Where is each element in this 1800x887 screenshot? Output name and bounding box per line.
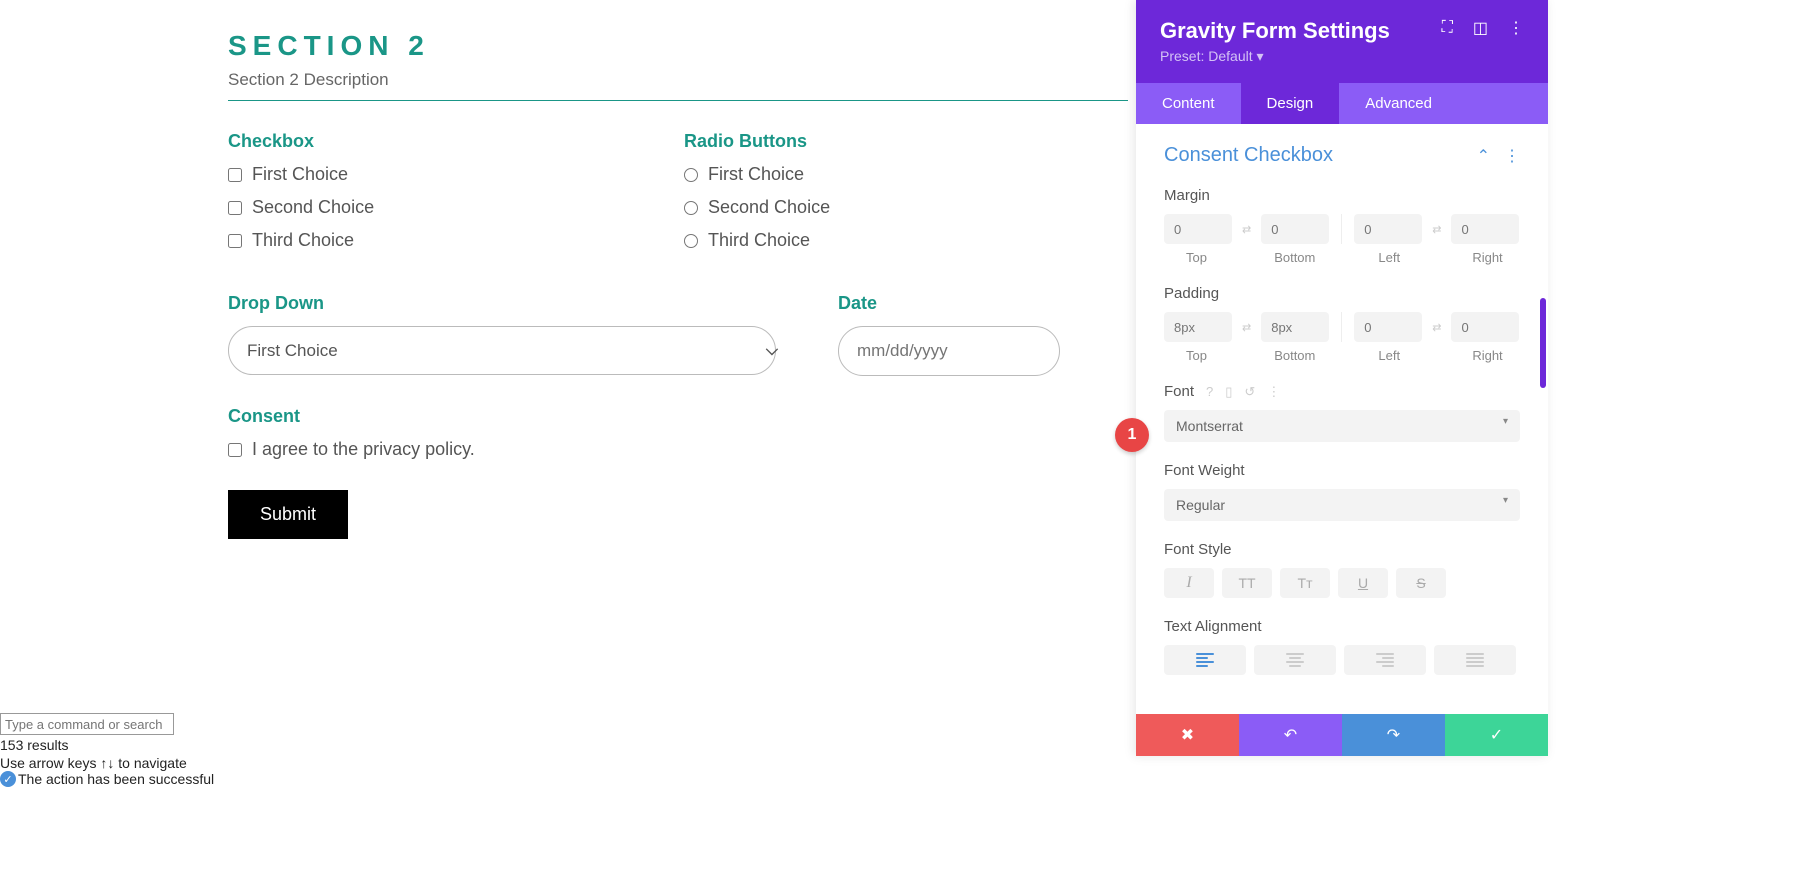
panel-title: Gravity Form Settings [1160,18,1390,44]
tab-design[interactable]: Design [1241,83,1340,124]
underline-button[interactable]: U [1338,568,1388,598]
padding-label: Padding [1164,285,1520,302]
radio-option[interactable]: Third Choice [684,230,1100,251]
checkbox-input[interactable] [228,168,242,182]
marker-badge: 1 [1115,418,1149,452]
align-right-button[interactable] [1344,645,1426,675]
settings-panel: Gravity Form Settings Preset: Default ▾ … [1136,0,1548,756]
device-icon[interactable]: ▯ [1225,384,1232,400]
padding-right-label: Right [1455,348,1520,363]
accordion-title[interactable]: Consent Checkbox [1164,144,1333,167]
radio-text: Third Choice [708,230,810,251]
padding-right-input[interactable] [1451,312,1519,342]
link-icon[interactable]: ⇄ [1242,321,1251,334]
margin-top-label: Top [1164,250,1229,265]
checkbox-input[interactable] [228,201,242,215]
radio-label: Radio Buttons [684,131,1100,152]
redo-button[interactable]: ↷ [1342,714,1445,756]
section-title: SECTION 2 [228,30,1100,62]
padding-left-label: Left [1357,348,1422,363]
radio-input[interactable] [684,234,698,248]
command-input[interactable] [0,713,174,735]
link-icon[interactable]: ⇄ [1432,321,1441,334]
checkbox-input[interactable] [228,234,242,248]
collapse-icon[interactable]: ⌃ [1477,146,1490,166]
checkbox-label: Checkbox [228,131,644,152]
more-icon[interactable]: ⋮ [1267,384,1280,400]
text-align-label: Text Alignment [1164,618,1520,635]
link-icon[interactable]: ⇄ [1242,223,1251,236]
padding-bottom-input[interactable] [1261,312,1329,342]
results-count: 153 results [0,737,214,753]
font-select[interactable]: Montserrat [1164,410,1520,442]
smallcaps-button[interactable]: Tᴛ [1280,568,1330,598]
radio-text: First Choice [708,164,804,185]
margin-bottom-input[interactable] [1261,214,1329,244]
consent-option[interactable]: I agree to the privacy policy. [228,439,798,460]
tab-advanced[interactable]: Advanced [1339,83,1458,124]
font-weight-select[interactable]: Regular [1164,489,1520,521]
italic-button[interactable]: I [1164,568,1214,598]
margin-right-input[interactable] [1451,214,1519,244]
consent-label: Consent [228,406,798,427]
radio-text: Second Choice [708,197,830,218]
sidebar-toggle-icon[interactable]: ◫ [1473,18,1488,38]
panel-header: Gravity Form Settings Preset: Default ▾ … [1136,0,1548,83]
nav-hint: Use arrow keys ↑↓ to navigate [0,755,214,771]
margin-bottom-label: Bottom [1262,250,1327,265]
padding-top-label: Top [1164,348,1229,363]
checkbox-text: Third Choice [252,230,354,251]
save-button[interactable]: ✓ [1445,714,1548,756]
strikethrough-button[interactable]: S [1396,568,1446,598]
align-justify-button[interactable] [1434,645,1516,675]
consent-text: I agree to the privacy policy. [252,439,475,460]
checkbox-text: First Choice [252,164,348,185]
divider [1341,214,1342,244]
align-left-button[interactable] [1164,645,1246,675]
link-icon[interactable]: ⇄ [1432,223,1441,236]
tab-content[interactable]: Content [1136,83,1241,124]
checkbox-option[interactable]: Second Choice [228,197,644,218]
font-style-label: Font Style [1164,541,1520,558]
expand-icon[interactable]: ⛶ [1442,19,1453,37]
reset-icon[interactable]: ↺ [1244,384,1255,400]
scrollbar-thumb[interactable] [1540,298,1546,388]
dropdown-select[interactable]: First Choice [228,326,776,375]
margin-label: Margin [1164,187,1520,204]
submit-button[interactable]: Submit [228,490,348,539]
help-icon[interactable]: ? [1206,384,1213,399]
align-center-button[interactable] [1254,645,1336,675]
font-weight-label: Font Weight [1164,462,1520,479]
dropdown-label: Drop Down [228,293,798,314]
undo-button[interactable]: ↶ [1239,714,1342,756]
margin-right-label: Right [1455,250,1520,265]
padding-left-input[interactable] [1354,312,1422,342]
checkbox-text: Second Choice [252,197,374,218]
checkbox-option[interactable]: First Choice [228,164,644,185]
padding-top-input[interactable] [1164,312,1232,342]
divider [1341,312,1342,342]
date-input[interactable] [838,326,1060,376]
radio-input[interactable] [684,168,698,182]
radio-option[interactable]: First Choice [684,164,1100,185]
cancel-button[interactable]: ✖ [1136,714,1239,756]
margin-top-input[interactable] [1164,214,1232,244]
menu-icon[interactable]: ⋮ [1508,18,1524,38]
date-label: Date [838,293,1068,314]
check-icon: ✓ [0,771,16,787]
consent-checkbox[interactable] [228,443,242,457]
section-description: Section 2 Description [228,70,1100,90]
section-divider [228,100,1128,101]
accordion-menu-icon[interactable]: ⋮ [1504,146,1520,166]
font-label: Font [1164,383,1194,400]
padding-bottom-label: Bottom [1262,348,1327,363]
margin-left-input[interactable] [1354,214,1422,244]
uppercase-button[interactable]: TT [1222,568,1272,598]
checkbox-option[interactable]: Third Choice [228,230,644,251]
panel-preset[interactable]: Preset: Default ▾ [1160,48,1390,65]
success-message: The action has been successful [18,771,214,787]
radio-input[interactable] [684,201,698,215]
margin-left-label: Left [1357,250,1422,265]
radio-option[interactable]: Second Choice [684,197,1100,218]
